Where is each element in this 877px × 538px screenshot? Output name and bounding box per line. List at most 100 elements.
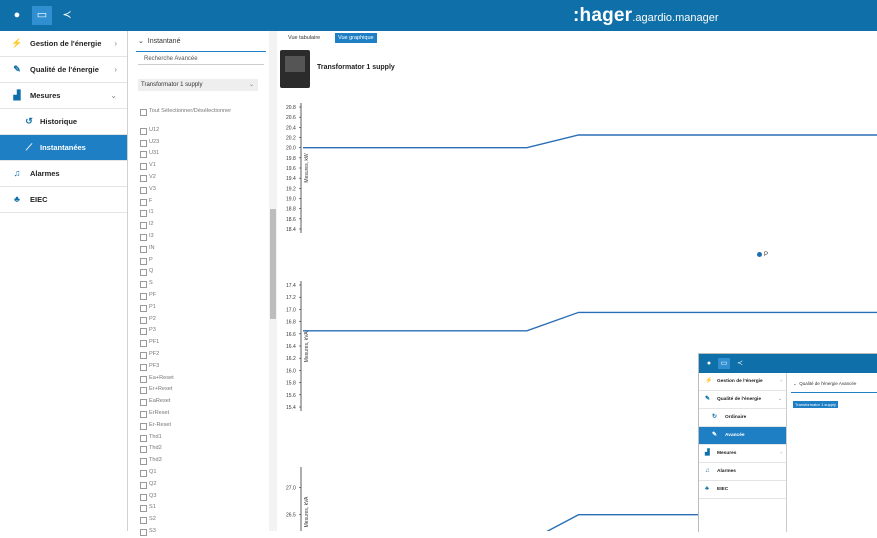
sidebar-item-alarmes[interactable]: ♫ Alarmes — [0, 161, 127, 187]
y-tick-label: 27.0 — [286, 485, 296, 491]
plug-icon: ⚡ — [11, 38, 23, 48]
inset-item-label: Alarmes — [717, 469, 736, 474]
measure-checkbox[interactable]: Q1 — [140, 467, 231, 479]
sidebar-item-mesures[interactable]: ▟ Mesures ⌄ — [0, 83, 127, 109]
inset-item-qualite[interactable]: ✎ Qualité de l'énergie ⌄ — [699, 391, 786, 409]
device-select[interactable]: Transformator 1 supply ⌄ — [138, 79, 258, 91]
measure-checkbox[interactable]: U23 — [140, 137, 231, 149]
inset-item-gestion[interactable]: ⚡ Gestion de l'énergie › — [699, 373, 786, 391]
list-icon[interactable]: ▭ — [32, 6, 52, 25]
y-axis-label: Mesures, kW — [304, 153, 310, 182]
y-tick-label: 15.8 — [286, 381, 296, 387]
measure-checkbox[interactable]: P3 — [140, 325, 231, 337]
top-bar: ● ▭ ≺ :hager.agardio.manager — [0, 0, 877, 31]
measure-checkbox[interactable]: EaReset — [140, 396, 231, 408]
sidebar-item-label: Gestion de l'énergie — [30, 39, 102, 48]
measure-checkbox[interactable]: P — [140, 255, 231, 267]
sitemap-icon: ♣ — [14, 194, 20, 204]
sidebar: ⚡ Gestion de l'énergie › ✎ Qualité de l'… — [0, 31, 128, 531]
inset-item-label: Ordinaire — [725, 415, 747, 420]
measure-checkbox[interactable]: Thd2 — [140, 443, 231, 455]
line-chart-icon: ⟋ — [25, 142, 33, 152]
divider — [791, 392, 877, 393]
measure-checkbox[interactable]: F — [140, 196, 231, 208]
y-tick-label: 19.4 — [286, 176, 296, 182]
measure-checkbox[interactable]: Q — [140, 266, 231, 278]
sidebar-item-qualite[interactable]: ✎ Qualité de l'énergie › — [0, 57, 127, 83]
measure-checkbox[interactable]: V2 — [140, 172, 231, 184]
sidebar-item-eiec[interactable]: ♣ EIEC — [0, 187, 127, 213]
measure-checkbox[interactable]: U31 — [140, 148, 231, 160]
inset-item-label: EIEC — [717, 487, 729, 492]
plug-icon: ⚡ — [705, 378, 713, 384]
divider — [138, 64, 264, 65]
measure-checkbox[interactable]: P1 — [140, 302, 231, 314]
measure-checkbox[interactable]: I2 — [140, 219, 231, 231]
measure-checkbox[interactable]: Thd1 — [140, 432, 231, 444]
measure-checkbox[interactable]: Thd3 — [140, 455, 231, 467]
device-image — [280, 50, 310, 88]
brand-sub: .agardio.manager — [632, 12, 719, 24]
inset-sidebar: ⚡ Gestion de l'énergie › ✎ Qualité de l'éne… — [699, 373, 787, 532]
measure-checkbox[interactable]: Q3 — [140, 491, 231, 503]
sidebar-item-label: Alarmes — [30, 169, 60, 178]
measure-checkbox[interactable]: U12 — [140, 125, 231, 137]
measure-checkbox[interactable]: V3 — [140, 184, 231, 196]
measure-checklist: Tout Sélectionner/Désélectionner U12 U23 U… — [140, 106, 231, 538]
home-icon[interactable]: ● — [703, 358, 715, 369]
y-tick-label: 20.4 — [286, 125, 296, 131]
measure-checkbox[interactable]: Er+Reset — [140, 384, 231, 396]
measure-checkbox[interactable]: PF1 — [140, 337, 231, 349]
inset-selected-device[interactable]: Transformator 1 supply — [793, 401, 838, 408]
sidebar-item-historique[interactable]: ↺ Historique — [0, 109, 127, 135]
tab-graph-view[interactable]: Vue graphique — [335, 33, 377, 43]
y-tick-label: 20.8 — [286, 105, 296, 111]
y-tick-label: 16.8 — [286, 320, 296, 326]
chevron-right-icon: › — [780, 451, 782, 456]
measure-checkbox[interactable]: S — [140, 278, 231, 290]
tool-icon: ✎ — [712, 432, 718, 438]
bell-icon: ♫ — [13, 168, 21, 178]
measure-checkbox[interactable]: I1 — [140, 207, 231, 219]
measure-checkbox[interactable]: PF2 — [140, 349, 231, 361]
divider — [136, 51, 266, 52]
list-icon[interactable]: ▭ — [718, 358, 730, 369]
inset-item-alarmes[interactable]: ♫ Alarmes — [699, 463, 786, 481]
panel-scrollbar[interactable] — [269, 31, 277, 531]
share-icon[interactable]: ≺ — [57, 6, 77, 25]
chevron-right-icon: › — [114, 65, 117, 74]
measure-checkbox[interactable]: Er-Reset — [140, 420, 231, 432]
panel-header[interactable]: ⌄ Instantané — [138, 37, 180, 45]
measure-checkbox[interactable]: S2 — [140, 514, 231, 526]
inset-item-mesures[interactable]: ▟ Mesures › — [699, 445, 786, 463]
measure-checkbox[interactable]: ErReset — [140, 408, 231, 420]
measure-checkbox[interactable]: S3 — [140, 526, 231, 538]
inset-item-eiec[interactable]: ♣ EIEC — [699, 481, 786, 499]
scrollbar-thumb[interactable] — [270, 209, 276, 319]
measure-checkbox[interactable]: PF — [140, 290, 231, 302]
y-tick-label: 20.6 — [286, 115, 296, 121]
measure-checkbox[interactable]: IN — [140, 243, 231, 255]
inset-item-avancee[interactable]: ✎ Avancée — [699, 427, 786, 445]
measure-checkbox[interactable]: PF3 — [140, 361, 231, 373]
sidebar-item-label: EIEC — [30, 195, 48, 204]
inset-item-ordinaire[interactable]: ↻ Ordinaire — [699, 409, 786, 427]
wrench-icon: ✎ — [13, 64, 21, 74]
y-axis-label: Mesures, kVA — [304, 496, 310, 527]
chevron-down-icon: ⌄ — [248, 82, 254, 88]
y-tick-label: 19.2 — [286, 186, 296, 192]
measure-checkbox[interactable]: Q2 — [140, 479, 231, 491]
measure-checkbox[interactable]: P2 — [140, 314, 231, 326]
inset-panel-title[interactable]: ⌄ Qualité de l'énergie Avancée — [793, 381, 856, 387]
select-all-checkbox[interactable]: Tout Sélectionner/Désélectionner — [140, 106, 231, 118]
sidebar-item-gestion[interactable]: ⚡ Gestion de l'énergie › — [0, 31, 127, 57]
home-icon[interactable]: ● — [7, 6, 27, 25]
advanced-search-link[interactable]: Recherche Avancée — [144, 56, 198, 62]
tab-table-view[interactable]: Vue tabulaire — [285, 33, 323, 43]
sidebar-item-instantanees[interactable]: ⟋ Instantanées — [0, 135, 127, 161]
measure-checkbox[interactable]: Ea+Reset — [140, 373, 231, 385]
measure-checkbox[interactable]: V1 — [140, 160, 231, 172]
measure-checkbox[interactable]: I3 — [140, 231, 231, 243]
measure-checkbox[interactable]: S1 — [140, 502, 231, 514]
share-icon[interactable]: ≺ — [734, 358, 746, 369]
